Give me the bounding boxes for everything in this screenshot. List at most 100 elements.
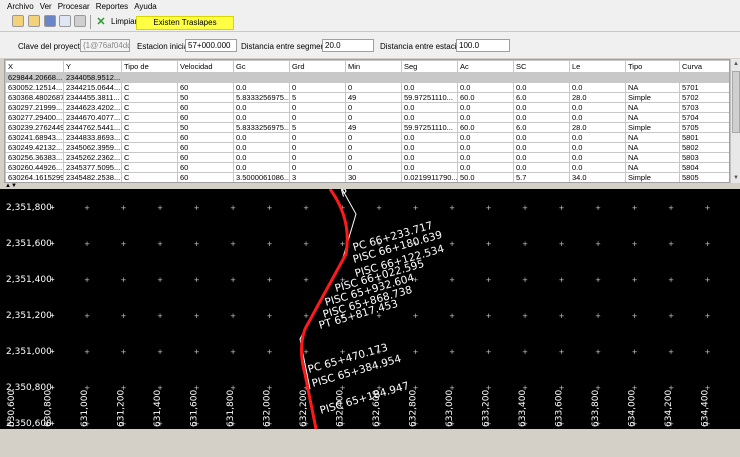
table-cell[interactable]: 6.0 (513, 122, 570, 133)
table-cell[interactable]: 0.0 (513, 152, 570, 163)
clear-icon[interactable]: ✕ (95, 16, 107, 28)
table-cell[interactable]: 5803 (679, 152, 729, 163)
table-cell[interactable]: 60 (177, 142, 234, 153)
table-cell[interactable]: 49 (345, 122, 402, 133)
table-row[interactable]: 630239.2762449 2344762.5441... C 50 5.833325… (5, 122, 729, 133)
table-cell[interactable] (401, 72, 458, 83)
table-cell[interactable]: 0.0 (401, 132, 458, 143)
table-cell[interactable]: 60 (177, 112, 234, 123)
table-cell[interactable]: 59.97251110... (401, 92, 458, 103)
table-cell[interactable]: C (121, 132, 178, 143)
table-cell[interactable] (679, 72, 729, 83)
table-cell[interactable]: 2344670.4077... (63, 112, 122, 123)
table-cell[interactable]: 0.0 (569, 102, 626, 113)
table-row[interactable]: 629844.20668... 2344058.9512... (5, 72, 729, 83)
table-cell[interactable]: 0.0 (457, 132, 514, 143)
column-header[interactable]: Ac (457, 60, 514, 73)
table-cell[interactable]: 0 (345, 142, 402, 153)
column-header[interactable]: Seg (401, 60, 458, 73)
table-cell[interactable]: 28.0 (569, 122, 626, 133)
table-cell[interactable]: 0 (289, 102, 346, 113)
table-cell[interactable]: 2345062.3959... (63, 142, 122, 153)
column-header[interactable]: SC (513, 60, 570, 73)
table-cell[interactable]: 0 (345, 132, 402, 143)
table-cell[interactable]: 0 (345, 112, 402, 123)
table-row[interactable]: 630052.12514... 2344215.0644... C 60 0.0 0 0 0.… (5, 82, 729, 93)
table-cell[interactable]: 60 (177, 172, 234, 182)
table-cell[interactable]: 630297.21999... (5, 102, 64, 113)
table-cell[interactable]: 49 (345, 92, 402, 103)
table-cell[interactable]: 0.0 (513, 162, 570, 173)
table-cell[interactable]: 0.0 (457, 82, 514, 93)
scroll-down-icon[interactable]: ▼ (731, 173, 740, 183)
table-cell[interactable]: 50.0 (457, 172, 514, 182)
table-cell[interactable]: 0.0 (401, 102, 458, 113)
table-cell[interactable]: 0 (345, 82, 402, 93)
table-cell[interactable]: C (121, 152, 178, 163)
table-cell[interactable]: 5703 (679, 102, 729, 113)
table-cell[interactable]: 0.0 (401, 162, 458, 173)
open-icon[interactable] (12, 15, 24, 27)
table-cell[interactable]: 0.0 (569, 162, 626, 173)
table-cell[interactable]: 5704 (679, 112, 729, 123)
table-cell[interactable]: 2345262.2362... (63, 152, 122, 163)
table-cell[interactable]: 5805 (679, 172, 729, 182)
scroll-up-icon[interactable]: ▲ (731, 59, 740, 69)
menu-ayuda[interactable]: Ayuda (131, 2, 160, 11)
table-cell[interactable] (177, 72, 234, 83)
table-cell[interactable]: 5702 (679, 92, 729, 103)
table-row[interactable]: 630264.1615299 2345482.2538... C 60 3.500006… (5, 172, 729, 182)
table-cell[interactable]: 629844.20668... (5, 72, 64, 83)
table-cell[interactable]: 630256.36383... (5, 152, 64, 163)
table-cell[interactable]: 0.0 (513, 132, 570, 143)
table-cell[interactable]: 0.0 (457, 142, 514, 153)
column-header[interactable]: Grd (289, 60, 346, 73)
table-row[interactable]: 630249.42132... 2345062.3959... C 60 0.0 0 0 0.… (5, 142, 729, 153)
table-cell[interactable]: 60 (177, 82, 234, 93)
table-cell[interactable]: 0 (289, 162, 346, 173)
table-cell[interactable]: 630239.2762449 (5, 122, 64, 133)
table-cell[interactable]: 0.0 (401, 152, 458, 163)
table-cell[interactable]: NA (625, 152, 680, 163)
table-cell[interactable]: 630368.4802687 (5, 92, 64, 103)
table-cell[interactable]: 0 (289, 112, 346, 123)
table-cell[interactable]: 60.0 (457, 122, 514, 133)
table-cell[interactable]: 2344762.5441... (63, 122, 122, 133)
column-header[interactable]: Y (63, 60, 122, 73)
table-cell[interactable]: NA (625, 142, 680, 153)
table-cell[interactable]: 2344623.4202... (63, 102, 122, 113)
table-cell[interactable]: C (121, 92, 178, 103)
table-cell[interactable]: 2345482.2538... (63, 172, 122, 182)
table-row[interactable]: 630260.44926... 2345377.5095... C 60 0.0 0 0 0.… (5, 162, 729, 173)
table-cell[interactable]: 0 (345, 102, 402, 113)
table-cell[interactable]: 6.0 (513, 92, 570, 103)
table-cell[interactable]: 0 (289, 152, 346, 163)
table-cell[interactable]: C (121, 112, 178, 123)
table-row[interactable]: 630368.4802687 2344455.3811... C 50 5.833325… (5, 92, 729, 103)
start-station-field[interactable]: 57+000.000 (185, 39, 237, 52)
table-row[interactable]: 630256.36383... 2345262.2362... C 60 0.0 0 0 0.… (5, 152, 729, 163)
table-row[interactable]: 630277.29400... 2344670.4077... C 60 0.0 0 0 0.… (5, 112, 729, 123)
table-cell[interactable]: NA (625, 82, 680, 93)
table-cell[interactable]: 0.0 (401, 142, 458, 153)
column-header[interactable]: X (5, 60, 64, 73)
table-cell[interactable] (457, 72, 514, 83)
table-cell[interactable] (233, 72, 290, 83)
table-cell[interactable]: 5.8333256975... (233, 122, 290, 133)
table-cell[interactable]: 5.8333256975... (233, 92, 290, 103)
table-cell[interactable] (625, 72, 680, 83)
table-cell[interactable]: 2344215.0644... (63, 82, 122, 93)
table-cell[interactable]: Simple (625, 92, 680, 103)
table-cell[interactable]: 0.0 (401, 112, 458, 123)
clear-button[interactable]: Limpiar (111, 17, 137, 26)
table-cell[interactable]: 0.0 (233, 142, 290, 153)
table-cell[interactable]: 60 (177, 102, 234, 113)
table-cell[interactable]: 0.0 (513, 112, 570, 123)
table-cell[interactable]: 30 (345, 172, 402, 182)
table-cell[interactable] (289, 72, 346, 83)
column-header[interactable]: Tipo (625, 60, 680, 73)
table-cell[interactable] (121, 72, 178, 83)
table-cell[interactable]: NA (625, 162, 680, 173)
table-cell[interactable]: 630249.42132... (5, 142, 64, 153)
alignment-plot[interactable]: + + + + + + + + + + + + + + + + + + + + + + + + + + + + + + + + + + + + + + + +… (0, 189, 740, 429)
